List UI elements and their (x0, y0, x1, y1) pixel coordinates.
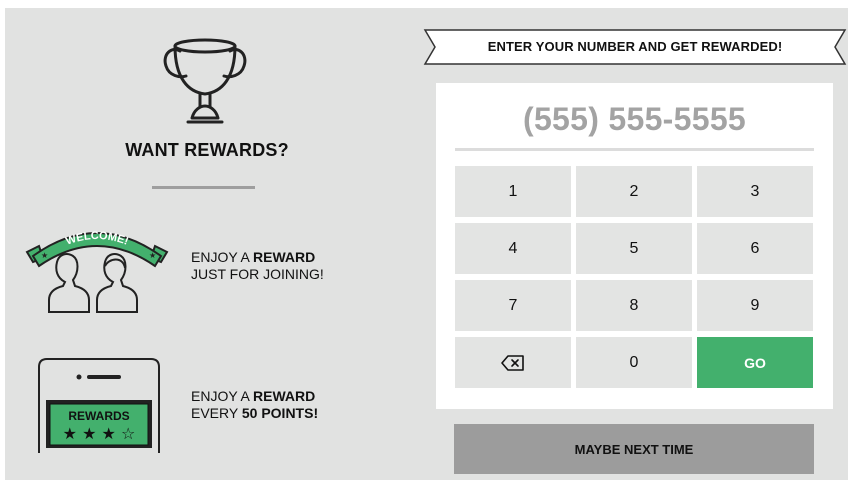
phone-entry-card: (555) 555-5555 1 2 3 4 5 6 7 8 9 0 GO (436, 83, 833, 409)
feature-join-line2: JUST FOR JOINING! (191, 266, 324, 282)
instruction-banner-text: ENTER YOUR NUMBER AND GET REWARDED! (487, 39, 783, 54)
svg-text:★: ★ (149, 251, 156, 260)
trophy-icon (163, 38, 247, 124)
backspace-icon (501, 354, 524, 371)
feature-points-line2-bold: 50 POINTS! (241, 405, 319, 421)
backspace-button[interactable] (455, 337, 571, 388)
page-title: WANT REWARDS? (125, 140, 289, 160)
maybe-next-time-button[interactable]: MAYBE NEXT TIME (454, 424, 814, 474)
key-3[interactable]: 3 (697, 166, 813, 217)
feature-join-prefix: ENJOY A (191, 249, 253, 265)
feature-points-prefix: ENJOY A (191, 388, 253, 404)
key-9[interactable]: 9 (697, 280, 813, 331)
feature-join-bold: REWARD (253, 249, 316, 265)
feature-points-reward: ENJOY A REWARD EVERY 50 POINTS! (191, 388, 318, 422)
key-5[interactable]: 5 (576, 223, 692, 274)
title-divider (152, 186, 255, 189)
feature-points-bold: REWARD (253, 388, 316, 404)
key-1[interactable]: 1 (455, 166, 571, 217)
key-2[interactable]: 2 (576, 166, 692, 217)
key-6[interactable]: 6 (697, 223, 813, 274)
key-8[interactable]: 8 (576, 280, 692, 331)
rewards-card-label: REWARDS (68, 409, 129, 423)
key-4[interactable]: 4 (455, 223, 571, 274)
feature-join-reward: ENJOY A REWARD JUST FOR JOINING! (191, 249, 324, 283)
phone-number-display[interactable]: (555) 555-5555 (436, 101, 833, 138)
svg-text:★: ★ (41, 251, 48, 260)
rewards-stars: ★ ★ ★ ☆ (63, 424, 136, 443)
welcome-members-icon: WELCOME! ★ ★ (25, 230, 169, 313)
phone-number-underline (455, 148, 814, 151)
feature-points-line2-prefix: EVERY (191, 405, 242, 421)
key-0[interactable]: 0 (576, 337, 692, 388)
go-button[interactable]: GO (697, 337, 813, 388)
key-7[interactable]: 7 (455, 280, 571, 331)
phone-rewards-icon: REWARDS ★ ★ ★ ☆ (38, 358, 160, 453)
